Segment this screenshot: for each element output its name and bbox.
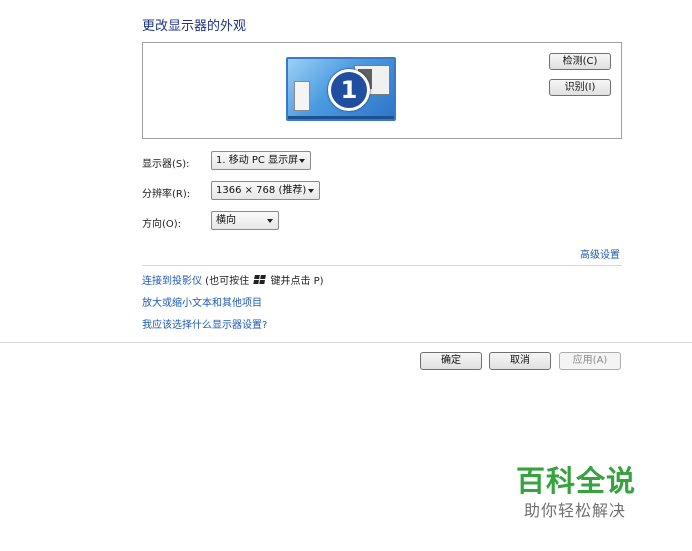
monitor-icon[interactable]: 1 (286, 57, 396, 121)
windows-key-icon (253, 275, 267, 285)
detect-button[interactable]: 检测(C) (549, 53, 611, 70)
watermark-subtitle: 助你轻松解决 (524, 501, 627, 520)
resolution-label: 分辨率(R): (142, 189, 191, 200)
cancel-button[interactable]: 取消 (489, 352, 551, 370)
orientation-select-value: 横向 (216, 215, 236, 226)
resolution-select-value: 1366 × 768 (推荐) (216, 185, 307, 196)
resolution-select[interactable]: 1366 × 768 (推荐) (211, 181, 320, 200)
which-settings-link[interactable]: 我应该选择什么显示器设置? (142, 316, 267, 331)
display-preview-area: 1 检测(C) 识别(I) (142, 42, 622, 139)
identify-button[interactable]: 识别(I) (549, 79, 611, 96)
display-select-value: 1. 移动 PC 显示屏 (216, 155, 299, 166)
window-thumbnail (294, 81, 310, 111)
projector-hint: 连接到投影仪 (也可按住 键并点击 P) (142, 272, 324, 287)
monitor-number-badge: 1 (328, 69, 370, 111)
orientation-label: 方向(O): (142, 219, 182, 230)
enlarge-text-link[interactable]: 放大或缩小文本和其他项目 (142, 294, 262, 309)
connect-projector-link[interactable]: 连接到投影仪 (142, 276, 202, 287)
watermark-title: 百科全说 (516, 464, 637, 498)
projector-hint-prefix: (也可按住 (202, 276, 253, 287)
advanced-settings-link[interactable]: 高级设置 (580, 246, 620, 261)
ok-button[interactable]: 确定 (420, 352, 482, 370)
page-title: 更改显示器的外观 (142, 19, 247, 34)
display-label: 显示器(S): (142, 159, 190, 170)
divider (142, 265, 622, 266)
apply-button[interactable]: 应用(A) (559, 352, 621, 370)
projector-hint-suffix: 键并点击 P) (267, 276, 324, 287)
taskbar-thumbnail (288, 116, 394, 119)
dropdown-arrow-icon (308, 189, 314, 193)
orientation-select[interactable]: 横向 (211, 211, 279, 230)
display-select[interactable]: 1. 移动 PC 显示屏 (211, 151, 311, 170)
footer-divider (0, 342, 692, 343)
dropdown-arrow-icon (267, 219, 273, 223)
dropdown-arrow-icon (299, 159, 305, 163)
